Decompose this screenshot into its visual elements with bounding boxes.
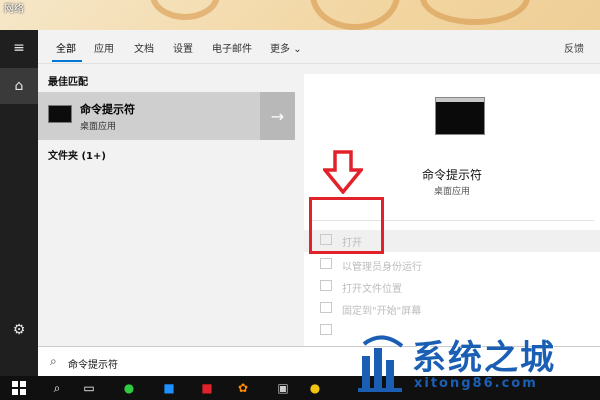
- home-icon[interactable]: ⌂: [0, 68, 38, 104]
- tab-settings[interactable]: 设置: [173, 40, 193, 55]
- active-tab-indicator: [52, 60, 82, 62]
- colorful-app-icon[interactable]: ✿: [232, 379, 254, 397]
- action-run-as-admin-label: 以管理员身份运行: [342, 262, 422, 273]
- folders-heading[interactable]: 文件夹 (1+): [48, 147, 106, 162]
- best-match-heading: 最佳匹配: [48, 77, 88, 88]
- cmd-app-large-icon: [435, 97, 485, 135]
- best-match-name: 命令提示符: [80, 103, 135, 116]
- desktop-wallpaper: 网络: [0, 0, 600, 30]
- action-open-file-location-label: 打开文件位置: [342, 284, 402, 295]
- tab-more-label: 更多: [270, 44, 290, 55]
- feedback-button[interactable]: 反馈: [564, 40, 584, 55]
- desktop-icon-network-label[interactable]: 网络: [4, 0, 24, 15]
- watermark: 系统之城 xitong86.com: [352, 330, 592, 398]
- qq-icon[interactable]: ●: [304, 379, 326, 397]
- best-match-result[interactable]: 命令提示符 桌面应用: [38, 92, 260, 140]
- tab-all[interactable]: 全部: [56, 40, 76, 55]
- results-pane: 最佳匹配 命令提示符 桌面应用 → 文件夹 (1+): [38, 65, 295, 346]
- action-open-file-location[interactable]: 打开文件位置: [304, 276, 600, 298]
- action-pin-to-start-label: 固定到"开始"屏幕: [342, 306, 422, 317]
- arrow-right-icon[interactable]: →: [260, 92, 295, 140]
- annotation-arrow-icon: [323, 150, 363, 194]
- tab-more[interactable]: 更多 ⌄: [270, 40, 302, 55]
- settings-gear-icon[interactable]: ⚙: [0, 312, 38, 348]
- action-pin-to-start[interactable]: 固定到"开始"屏幕: [304, 298, 600, 320]
- tab-apps[interactable]: 应用: [94, 40, 114, 55]
- search-icon: ⌕: [50, 354, 57, 368]
- action-run-as-admin[interactable]: 以管理员身份运行: [304, 254, 600, 276]
- best-match-subtitle: 桌面应用: [80, 122, 117, 132]
- windows-start-icon[interactable]: [8, 379, 30, 397]
- tab-documents[interactable]: 文档: [134, 40, 154, 55]
- chevron-down-icon: ⌄: [293, 44, 302, 55]
- pin-taskbar-icon: [320, 324, 332, 335]
- taskbar-search-icon[interactable]: ⌕: [46, 379, 68, 397]
- search-filter-tabs: 全部 应用 文档 设置 电子邮件 更多 ⌄ 反馈: [38, 30, 600, 64]
- hamburger-menu-icon[interactable]: ≡: [0, 30, 38, 66]
- watermark-url: xitong86.com: [414, 376, 538, 391]
- tab-email[interactable]: 电子邮件: [212, 40, 252, 55]
- castle-logo-icon: [358, 335, 404, 392]
- annotation-highlight-box: [309, 197, 384, 254]
- app-blue-icon[interactable]: ■: [158, 379, 180, 397]
- wechat-icon[interactable]: ●: [118, 379, 140, 397]
- task-view-icon[interactable]: ▭: [78, 379, 100, 397]
- search-input[interactable]: 命令提示符: [68, 356, 118, 371]
- file-location-icon: [320, 280, 332, 291]
- cmd-app-icon: [48, 105, 72, 123]
- watermark-title: 系统之城: [412, 338, 556, 378]
- search-panel: 全部 应用 文档 设置 电子邮件 更多 ⌄ 反馈 最佳匹配 命令提示符 桌面应用…: [38, 30, 600, 346]
- start-menu-rail: ≡ ⌂ ⚙: [0, 30, 38, 376]
- app-red-icon[interactable]: ■: [196, 379, 218, 397]
- pin-start-icon: [320, 302, 332, 313]
- app-icon[interactable]: ▣: [272, 379, 294, 397]
- admin-icon: [320, 258, 332, 269]
